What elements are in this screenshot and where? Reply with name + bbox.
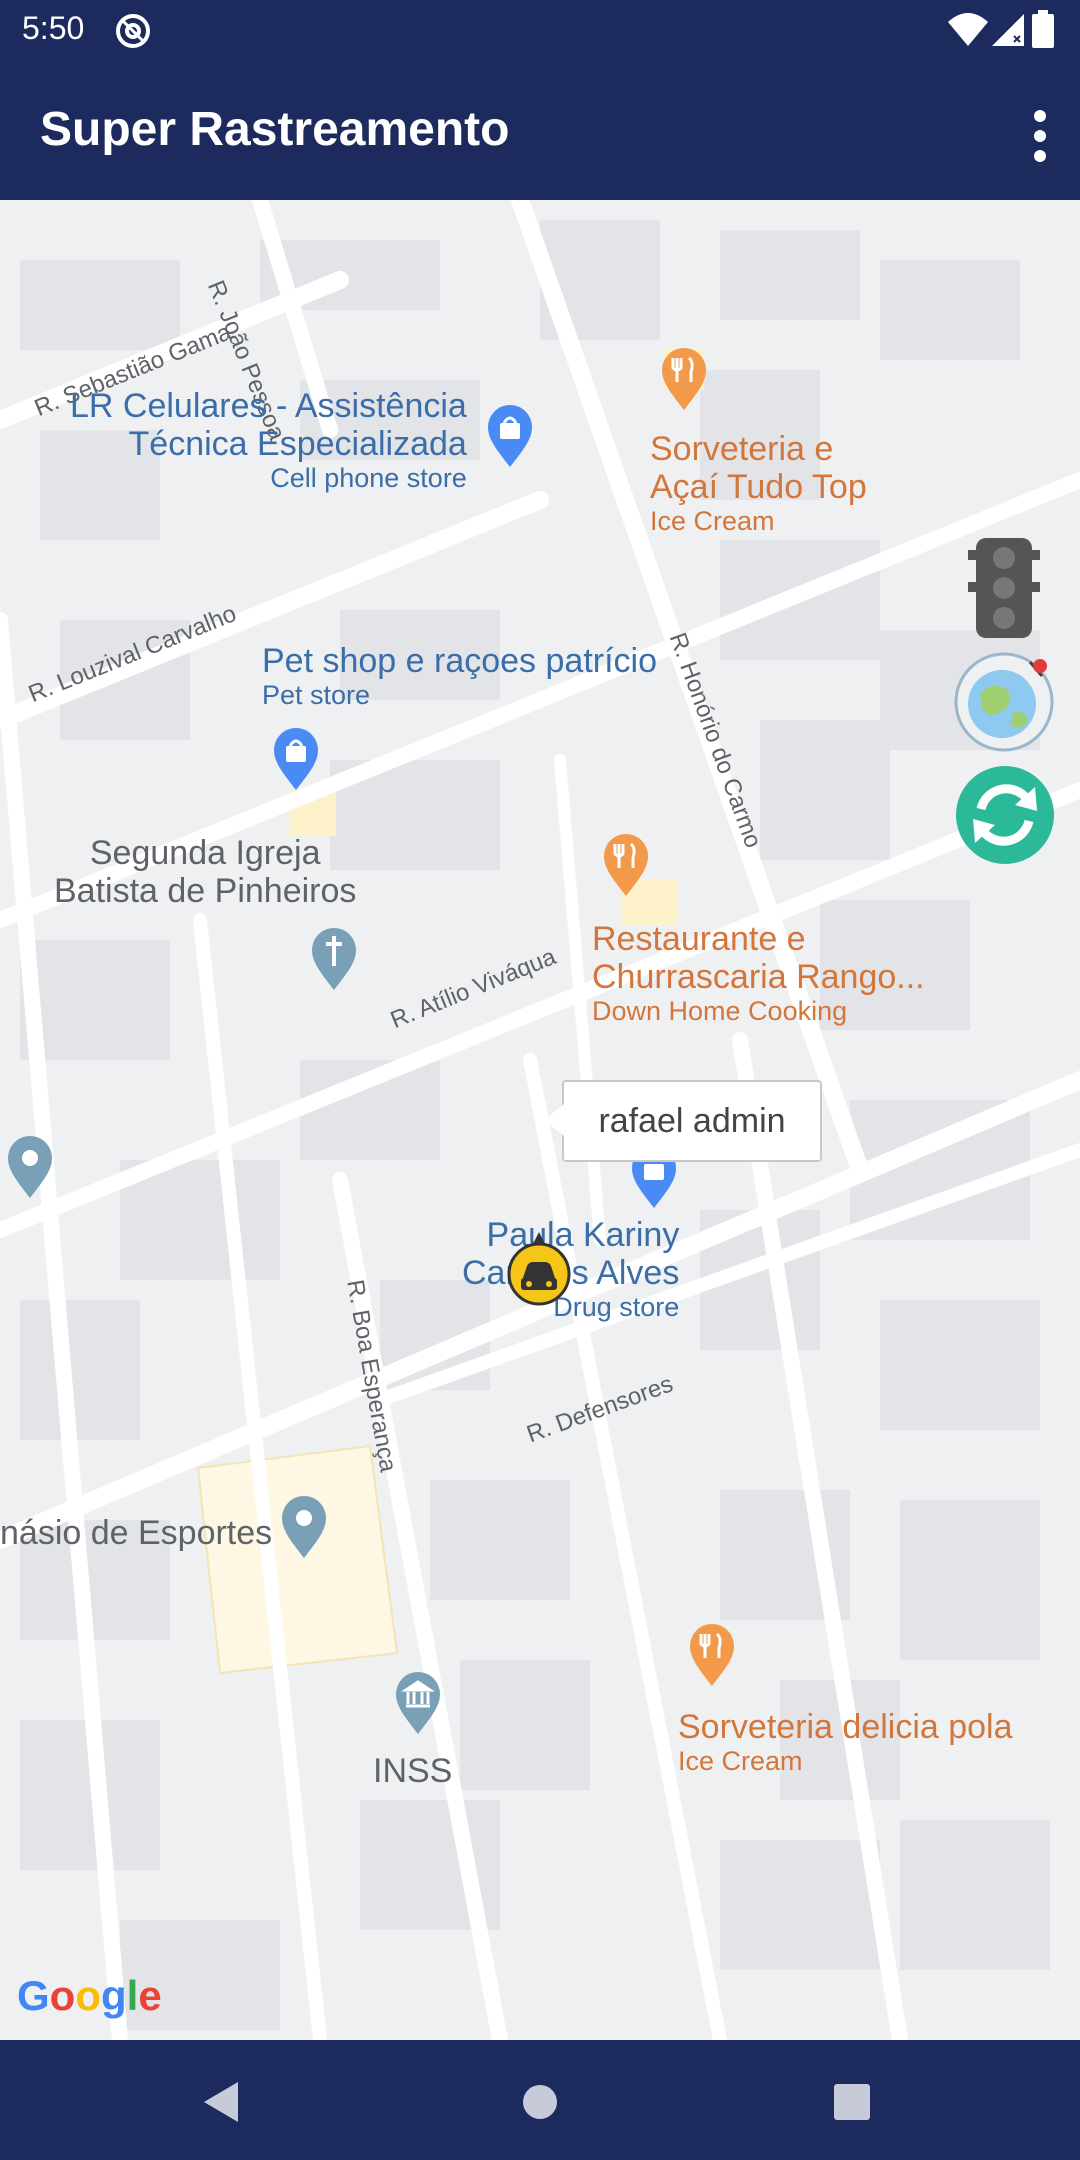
poi-label[interactable]: LR Celulares - Assistência Técnica Espec…: [70, 387, 467, 493]
app-bar: Super Rastreamento: [0, 62, 1080, 200]
place-pin-icon[interactable]: [6, 1136, 54, 1200]
vehicle-info-window[interactable]: rafael admin: [544, 1080, 822, 1162]
poi-name-line: Batista de Pinheiros: [54, 872, 357, 911]
restaurant-icon[interactable]: [602, 834, 650, 898]
poi-name-line: násio de Esportes: [0, 1514, 273, 1552]
wifi-icon: [948, 13, 988, 46]
poi-label[interactable]: INSS: [373, 1752, 452, 1790]
poi-label[interactable]: násio de Esportes: [0, 1514, 272, 1552]
poi-name-line: Segunda Igreja: [89, 834, 321, 872]
poi-name-line: Sorveteria e: [650, 430, 834, 468]
poi-category: Ice Cream: [650, 506, 775, 537]
poi-label[interactable]: Restaurante e Churrascaria Rango... Down…: [592, 920, 925, 1026]
refresh-icon[interactable]: [955, 765, 1055, 865]
poi-category: Down Home Cooking: [592, 996, 848, 1027]
google-logo: Google: [17, 1972, 162, 2019]
taxi-icon[interactable]: [507, 1232, 571, 1310]
poi-category: Pet store: [262, 680, 371, 711]
vehicle-name: rafael admin: [598, 1101, 786, 1140]
poi-label[interactable]: Pet shop e raçoes patrício Pet store: [262, 642, 657, 710]
restaurant-icon[interactable]: [660, 348, 708, 412]
poi-category: Cell phone store: [270, 463, 467, 494]
traffic-light-icon[interactable]: [968, 536, 1040, 640]
map-view[interactable]: R. Sebastião Gama R. João Pessoa R. Louz…: [0, 200, 1080, 2040]
status-time: 5:50: [22, 10, 85, 46]
info-window-tail: [544, 1104, 564, 1136]
poi-name-line: INSS: [373, 1752, 453, 1790]
app-title: Super Rastreamento: [40, 103, 510, 156]
more-vert-icon[interactable]: [1028, 106, 1052, 166]
shopping-bag-icon[interactable]: [486, 405, 534, 469]
poi-name-line: Restaurante e: [592, 920, 806, 958]
bank-icon[interactable]: [394, 1672, 442, 1736]
poi-name-line: Açaí Tudo Top: [650, 468, 867, 507]
back-icon[interactable]: [204, 2082, 240, 2122]
shopping-bag-icon[interactable]: [272, 728, 320, 792]
status-bar: 5:50: [0, 0, 1080, 62]
poi-category: Ice Cream: [678, 1746, 803, 1777]
place-pin-icon[interactable]: [280, 1496, 328, 1560]
poi-label[interactable]: Sorveteria delicia pola Ice Cream: [678, 1708, 1013, 1776]
poi-name-line: LR Celulares - Assistência: [70, 387, 467, 425]
recents-icon[interactable]: [834, 2084, 870, 2120]
restaurant-icon[interactable]: [688, 1624, 736, 1688]
poi-label[interactable]: Sorveteria e Açaí Tudo Top Ice Cream: [650, 430, 867, 536]
church-icon[interactable]: [310, 928, 358, 992]
home-icon[interactable]: [522, 2084, 558, 2120]
battery-icon: [1032, 10, 1054, 48]
navigation-bar: [0, 2040, 1080, 2160]
poi-name-line: Sorveteria delicia pola: [678, 1708, 1013, 1746]
poi-name-line: Churrascaria Rango...: [592, 958, 925, 997]
poi-name-line: Pet shop e raçoes patrício: [262, 642, 658, 680]
signal-icon: [992, 14, 1024, 46]
at-sign-icon: [116, 14, 150, 48]
poi-label[interactable]: Segunda Igreja Batista de Pinheiros: [54, 834, 356, 910]
globe-icon[interactable]: [952, 650, 1056, 754]
poi-name-line: Técnica Especializada: [128, 425, 467, 464]
